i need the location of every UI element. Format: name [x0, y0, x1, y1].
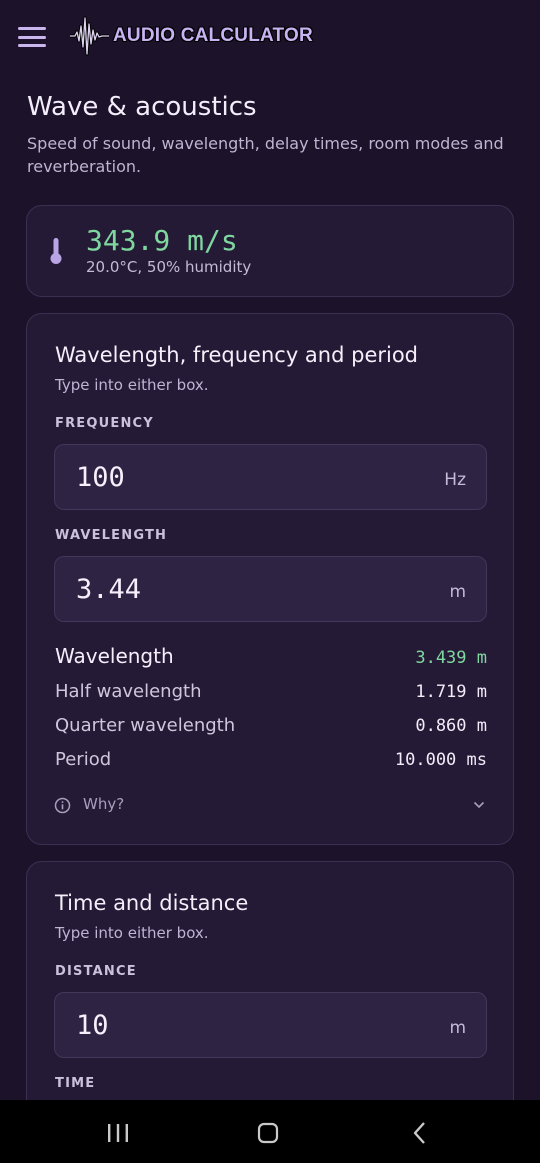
thermometer-icon	[50, 238, 62, 264]
wavelength-unit: m	[449, 582, 466, 602]
distance-value[interactable]: 10	[76, 1010, 109, 1041]
page-title: Wave & acoustics	[27, 92, 257, 122]
card-subtitle: Type into either box.	[55, 376, 209, 394]
result-value: 1.719 m	[415, 682, 487, 702]
wavelength-label: WAVELENGTH	[55, 528, 168, 543]
result-label: Period	[55, 749, 112, 770]
distance-label: DISTANCE	[55, 964, 137, 979]
frequency-unit: Hz	[444, 470, 466, 490]
result-value: 3.439 m	[415, 648, 487, 668]
speed-of-sound-card[interactable]: 343.9 m/s 20.0°C, 50% humidity	[26, 205, 514, 297]
result-value: 10.000 ms	[394, 750, 487, 770]
why-label[interactable]: Why?	[83, 795, 124, 813]
result-row-quarter-wavelength: Quarter wavelength 0.860 m	[55, 715, 487, 736]
frequency-value[interactable]: 100	[76, 462, 125, 493]
speed-of-sound-value: 343.9 m/s	[86, 224, 238, 257]
why-expander[interactable]: Why?	[54, 794, 486, 818]
speed-conditions: 20.0°C, 50% humidity	[86, 258, 252, 276]
result-row-period: Period 10.000 ms	[55, 749, 487, 770]
recent-apps-icon[interactable]	[106, 1122, 130, 1144]
home-icon[interactable]	[257, 1122, 279, 1144]
distance-input[interactable]: 10 m	[54, 992, 487, 1058]
time-label: TIME	[55, 1076, 96, 1091]
app-bar: AUDIO CALCULATOR	[0, 0, 540, 74]
result-row-half-wavelength: Half wavelength 1.719 m	[55, 681, 487, 702]
wavelength-value[interactable]: 3.44	[76, 574, 141, 605]
result-label: Half wavelength	[55, 681, 202, 702]
info-icon	[54, 797, 71, 814]
result-label: Wavelength	[55, 644, 174, 668]
page-subtitle: Speed of sound, wavelength, delay times,…	[27, 134, 504, 176]
system-nav-bar	[0, 1100, 540, 1163]
wavelength-input[interactable]: 3.44 m	[54, 556, 487, 622]
result-row-wavelength: Wavelength 3.439 m	[55, 644, 487, 668]
frequency-label: FREQUENCY	[55, 416, 154, 431]
card-title: Time and distance	[55, 891, 249, 915]
result-label: Quarter wavelength	[55, 715, 236, 736]
frequency-input[interactable]: 100 Hz	[54, 444, 487, 510]
chevron-down-icon[interactable]	[472, 798, 486, 812]
result-value: 0.860 m	[415, 716, 487, 736]
card-subtitle: Type into either box.	[55, 924, 209, 942]
wavelength-card: Wavelength, frequency and period Type in…	[26, 313, 514, 845]
waveform-logo-icon	[70, 16, 109, 56]
hamburger-menu-icon[interactable]	[17, 24, 47, 50]
back-icon[interactable]	[410, 1121, 430, 1145]
card-title: Wavelength, frequency and period	[55, 343, 419, 367]
distance-unit: m	[449, 1018, 466, 1038]
app-title: AUDIO CALCULATOR	[113, 25, 313, 46]
